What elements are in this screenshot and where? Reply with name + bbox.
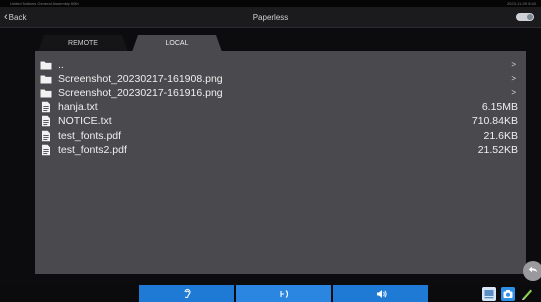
file-row[interactable]: NOTICE.txt 710.84KB xyxy=(35,114,526,127)
tab-bar: REMOTE LOCAL xyxy=(38,35,238,52)
status-left-text: United Nations General Assembly 60th xyxy=(10,1,79,6)
chevron-right-icon: > xyxy=(511,88,516,97)
file-name: hanja.txt xyxy=(58,100,98,113)
file-row[interactable]: test_fonts2.pdf 21.52KB xyxy=(35,143,526,156)
file-list-panel: .. > Screenshot_20230217-161908.png > Screen… xyxy=(35,51,526,274)
status-bar: United Nations General Assembly 60th 202… xyxy=(0,0,541,7)
toggle-knob xyxy=(527,14,533,20)
tab-remote[interactable]: REMOTE xyxy=(38,35,128,52)
file-size: 21.6KB xyxy=(483,129,518,142)
folder-icon xyxy=(40,61,52,69)
interpretation-icon xyxy=(279,289,288,298)
document-icon xyxy=(42,101,50,112)
file-size: 710.84KB xyxy=(471,114,518,127)
document-icon xyxy=(42,144,50,155)
file-name: NOTICE.txt xyxy=(58,114,112,127)
speaker-button[interactable] xyxy=(333,285,428,302)
speaker-icon xyxy=(376,289,387,298)
file-row[interactable]: hanja.txt 6.15MB xyxy=(35,100,526,113)
document-viewer-icon[interactable] xyxy=(482,287,496,301)
folder-row[interactable]: .. > xyxy=(35,58,526,71)
ear-icon xyxy=(183,288,191,298)
quick-actions xyxy=(482,287,534,301)
status-right-text: 2023-11-09 8:40 xyxy=(506,1,536,6)
chevron-right-icon: > xyxy=(511,74,516,83)
file-name: Screenshot_20230217-161908.png xyxy=(58,72,223,85)
folder-icon xyxy=(40,75,52,83)
folder-row[interactable]: Screenshot_20230217-161908.png > xyxy=(35,72,526,85)
file-name: Screenshot_20230217-161916.png xyxy=(58,86,223,99)
toggle-switch[interactable] xyxy=(516,13,534,21)
back-navigation-button[interactable] xyxy=(523,261,541,281)
app-bar: ‹ Back Paperless xyxy=(0,7,541,28)
file-name: test_fonts2.pdf xyxy=(58,143,127,156)
page-title: Paperless xyxy=(252,13,289,22)
document-icon xyxy=(42,115,50,126)
tab-local[interactable]: LOCAL xyxy=(132,35,222,52)
chevron-right-icon: > xyxy=(511,60,516,69)
folder-row[interactable]: Screenshot_20230217-161916.png > xyxy=(35,86,526,99)
arrow-back-icon xyxy=(528,266,537,273)
file-row[interactable]: test_fonts.pdf 21.6KB xyxy=(35,129,526,142)
folder-icon xyxy=(40,89,52,97)
camera-icon[interactable] xyxy=(501,287,515,301)
file-size: 6.15MB xyxy=(481,100,518,113)
document-icon xyxy=(42,130,50,141)
file-name: test_fonts.pdf xyxy=(58,129,122,142)
file-name: .. xyxy=(58,58,64,71)
interpretation-button[interactable] xyxy=(236,285,331,302)
listen-button[interactable] xyxy=(139,285,234,302)
bottom-toolbar xyxy=(0,285,541,302)
file-size: 21.52KB xyxy=(477,143,518,156)
pen-icon[interactable] xyxy=(520,287,534,301)
